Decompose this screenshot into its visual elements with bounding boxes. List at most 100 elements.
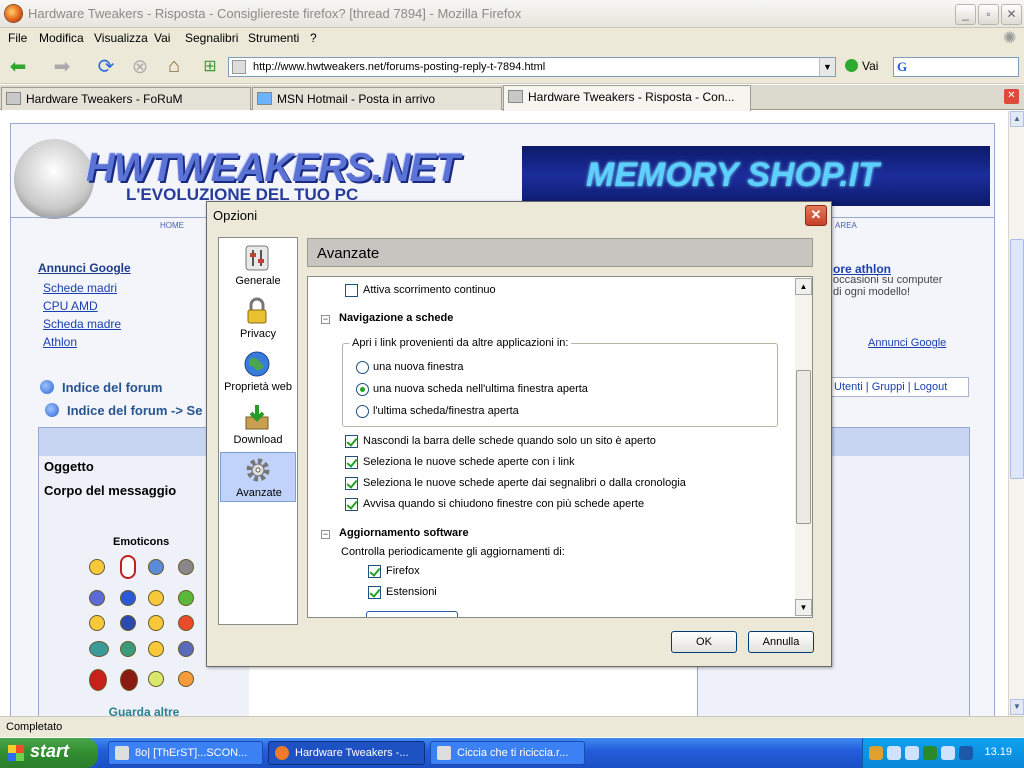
tray-icon[interactable] — [959, 746, 973, 760]
category-privacy[interactable]: Privacy — [220, 294, 296, 344]
pane-scroll-thumb[interactable] — [796, 370, 811, 524]
update-firefox-checkbox[interactable] — [368, 565, 381, 578]
tray-icon[interactable] — [941, 746, 955, 760]
download-box-icon — [245, 405, 269, 430]
ad-link-cpu-amd[interactable]: CPU AMD — [43, 299, 98, 313]
smiley-icon[interactable] — [178, 641, 194, 657]
tab-hotmail[interactable]: MSN Hotmail - Posta in arrivo — [252, 87, 502, 110]
smiley-icon[interactable] — [89, 615, 105, 631]
scroll-up-arrow-icon[interactable]: ▲ — [1010, 111, 1024, 127]
update-extensions-checkbox[interactable] — [368, 586, 381, 599]
stop-icon[interactable]: ⊗ — [126, 52, 154, 80]
devil-smiley-icon[interactable] — [89, 669, 107, 691]
task-button-file[interactable]: Ciccia che ti riciccia.r... — [430, 741, 585, 765]
tab-forum[interactable]: Hardware Tweakers - FoRuM — [1, 87, 251, 110]
cancel-button[interactable]: Annulla — [748, 631, 814, 653]
new-tab-icon[interactable]: ⊞ — [196, 52, 224, 80]
menu-visualizza[interactable]: Visualizza — [94, 31, 148, 45]
maximize-button[interactable]: ▫ — [978, 4, 999, 25]
search-field[interactable]: G — [893, 57, 1019, 77]
smiley-icon[interactable] — [148, 671, 164, 687]
smiley-icon[interactable] — [178, 615, 194, 631]
menu-segnalibri[interactable]: Segnalibri — [185, 31, 238, 45]
more-emoticons-link[interactable]: Guarda altre Emoticons — [99, 706, 189, 717]
category-download[interactable]: Download — [220, 400, 296, 450]
smiley-icon[interactable] — [178, 559, 194, 575]
smiley-icon[interactable] — [148, 559, 164, 575]
tray-icon[interactable] — [905, 746, 919, 760]
warn-close-tabs-checkbox[interactable] — [345, 498, 358, 511]
select-bookmark-tabs-checkbox[interactable] — [345, 477, 358, 490]
smiley-icon[interactable] — [148, 615, 164, 631]
dialog-close-button[interactable]: ✕ — [805, 205, 827, 226]
smiley-icon[interactable] — [178, 590, 194, 606]
radio-new-tab[interactable] — [356, 383, 369, 396]
smiley-icon[interactable] — [120, 641, 136, 657]
go-button[interactable]: Vai — [845, 59, 878, 73]
back-arrow-icon[interactable]: ⬅ — [4, 52, 32, 80]
menu-strumenti[interactable]: Strumenti — [248, 31, 299, 45]
menu-file[interactable]: File — [8, 31, 27, 45]
tray-icon[interactable] — [923, 746, 937, 760]
radio-last-tab[interactable] — [356, 405, 369, 418]
pane-scrollbar[interactable]: ▲ ▼ — [795, 278, 812, 616]
forum-index-link[interactable]: Indice del forum — [40, 380, 162, 395]
menu-modifica[interactable]: Modifica — [39, 31, 84, 45]
network-icon[interactable] — [887, 746, 901, 760]
forum-breadcrumb-link[interactable]: Indice del forum -> Se — [45, 403, 202, 418]
smiley-icon[interactable] — [89, 559, 105, 575]
menu-help[interactable]: ? — [310, 31, 317, 45]
forward-arrow-icon[interactable]: ➡ — [48, 52, 76, 80]
collapse-icon[interactable]: − — [321, 530, 330, 539]
radio-new-window[interactable] — [356, 361, 369, 374]
page-scrollbar[interactable]: ▲ ▼ — [1008, 111, 1024, 716]
ad-link-scheda-madre[interactable]: Scheda madre — [43, 317, 121, 331]
google-ads-title[interactable]: Annunci Google — [38, 261, 131, 275]
task-button-firefox[interactable]: Hardware Tweakers -... — [268, 741, 425, 765]
smiley-icon[interactable] — [148, 641, 164, 657]
scroll-down-arrow-icon[interactable]: ▼ — [1010, 699, 1024, 715]
start-button[interactable]: start — [0, 738, 98, 768]
continuous-scroll-checkbox[interactable] — [345, 284, 358, 297]
category-proprieta-web[interactable]: Proprietà web — [220, 347, 296, 397]
nav-home-link[interactable]: HOME — [160, 221, 184, 230]
category-generale[interactable]: Generale — [220, 241, 296, 291]
tray-icon[interactable] — [869, 746, 883, 760]
nav-area-link[interactable]: AREA — [835, 221, 857, 230]
mouse-favicon-icon — [6, 92, 21, 105]
close-window-button[interactable]: ✕ — [1001, 4, 1022, 25]
smiley-icon[interactable] — [148, 590, 164, 606]
smiley-icon[interactable] — [178, 671, 194, 687]
devil-smiley-icon[interactable] — [120, 669, 138, 691]
collapse-icon[interactable]: − — [321, 315, 330, 324]
close-tab-icon[interactable]: ✕ — [1004, 89, 1019, 104]
smiley-icon[interactable] — [89, 590, 105, 606]
smiley-icon[interactable] — [89, 641, 109, 657]
hide-tabbar-checkbox[interactable] — [345, 435, 358, 448]
throbber-icon: ✺ — [1003, 30, 1017, 47]
smiley-icon[interactable] — [120, 615, 136, 631]
pane-scroll-down-arrow-icon[interactable]: ▼ — [795, 599, 812, 616]
url-history-dropdown[interactable]: ▼ — [819, 58, 835, 76]
home-icon[interactable]: ⌂ — [160, 52, 188, 80]
select-link-tabs-checkbox[interactable] — [345, 456, 358, 469]
task-button-msn[interactable]: 8o| [ThErST]...SCON... — [108, 741, 263, 765]
check-now-button[interactable] — [366, 611, 458, 617]
smiley-icon[interactable] — [120, 590, 136, 606]
hide-tabbar-label: Nascondi la barra delle schede quando so… — [363, 435, 656, 447]
ad-link-athlon[interactable]: Athlon — [43, 335, 77, 349]
category-avanzate[interactable]: Avanzate — [220, 452, 296, 502]
smiley-icon[interactable] — [120, 555, 136, 579]
ok-button[interactable]: OK — [671, 631, 737, 653]
pane-scroll-up-arrow-icon[interactable]: ▲ — [795, 278, 812, 295]
right-google-ads-link[interactable]: Annunci Google — [868, 337, 946, 349]
minimize-button[interactable]: _ — [955, 4, 976, 25]
user-links[interactable]: Utenti | Gruppi | Logout — [831, 377, 969, 397]
reload-icon[interactable]: ⟳ — [92, 52, 120, 80]
page-scroll-thumb[interactable] — [1010, 239, 1024, 479]
ad-link-schede-madri[interactable]: Schede madri — [43, 281, 117, 295]
tab-risposta[interactable]: Hardware Tweakers - Risposta - Con... — [503, 85, 751, 111]
menu-vai[interactable]: Vai — [154, 31, 170, 45]
memoryshop-banner[interactable]: MEMORY SHOP.IT — [522, 146, 990, 206]
url-field[interactable]: http://www.hwtweakers.net/forums-posting… — [228, 57, 836, 77]
